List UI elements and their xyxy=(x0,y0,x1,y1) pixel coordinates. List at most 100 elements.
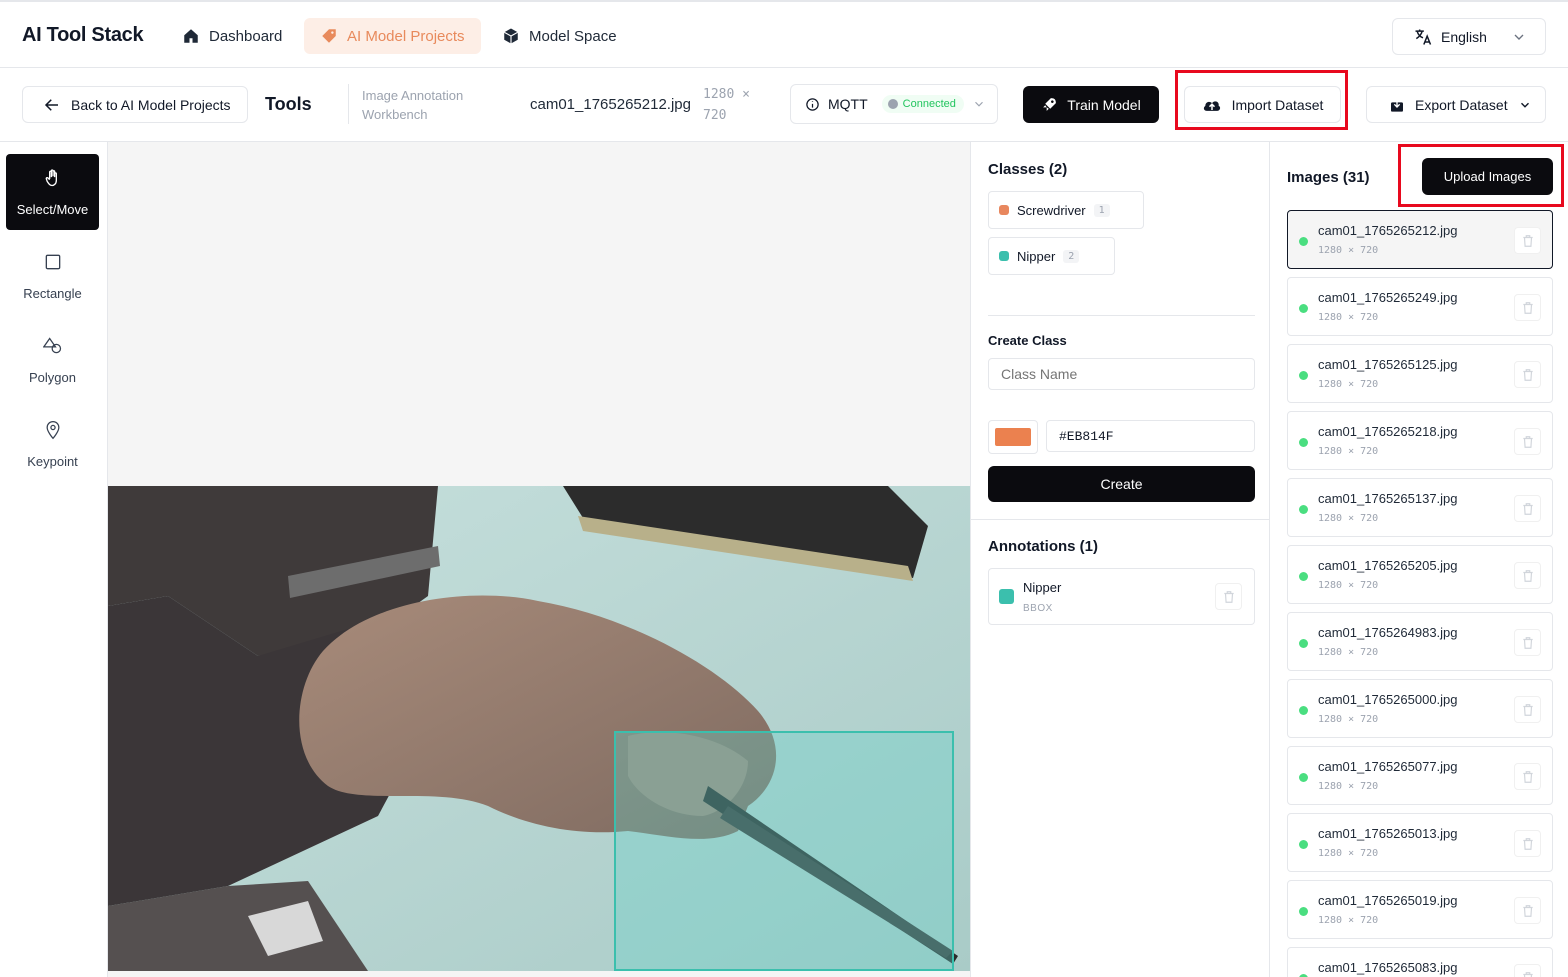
annotation-item-nipper[interactable]: Nipper BBOX xyxy=(988,568,1255,625)
status-dot xyxy=(1299,572,1308,581)
trash-icon xyxy=(1522,904,1533,917)
class-color-swatch xyxy=(999,205,1009,215)
trash-icon xyxy=(1522,502,1533,515)
tool-polygon[interactable]: Polygon xyxy=(6,322,99,398)
tool-keypoint[interactable]: Keypoint xyxy=(6,406,99,482)
nav-model-space-label: Model Space xyxy=(529,27,617,45)
status-dot xyxy=(1299,639,1308,648)
language-selector[interactable]: English xyxy=(1392,18,1546,55)
image-list-item[interactable]: cam01_1765265077.jpg 1280 × 720 xyxy=(1287,746,1553,805)
delete-image-button[interactable] xyxy=(1514,763,1541,790)
delete-image-button[interactable] xyxy=(1514,696,1541,723)
color-hex-input[interactable]: #EB814F xyxy=(1046,420,1255,452)
brand-logo[interactable]: AI Tool Stack xyxy=(22,24,144,47)
tool-polygon-label: Polygon xyxy=(29,369,76,385)
image-file-name: cam01_1765265212.jpg xyxy=(1318,223,1458,238)
image-file-name: cam01_1765265000.jpg xyxy=(1318,692,1458,707)
image-list-item[interactable]: cam01_1765265218.jpg 1280 × 720 xyxy=(1287,411,1553,470)
train-model-label: Train Model xyxy=(1067,96,1141,113)
delete-image-button[interactable] xyxy=(1514,294,1541,321)
chevron-down-icon xyxy=(1520,102,1529,108)
annotation-canvas[interactable] xyxy=(108,142,970,977)
class-name: Screwdriver xyxy=(1017,202,1086,218)
image-list-item[interactable]: cam01_1765265013.jpg 1280 × 720 xyxy=(1287,813,1553,872)
workbench-label: Image Annotation Workbench xyxy=(362,88,464,122)
delete-image-button[interactable] xyxy=(1514,428,1541,455)
class-chip-nipper[interactable]: Nipper 2 xyxy=(988,237,1115,275)
home-icon xyxy=(184,29,198,43)
top-navbar: AI Tool Stack Dashboard AI Model Project… xyxy=(0,0,1568,68)
image-list-item[interactable]: cam01_1765265137.jpg 1280 × 720 xyxy=(1287,478,1553,537)
class-name-input[interactable] xyxy=(988,358,1255,390)
upload-images-button[interactable]: Upload Images xyxy=(1422,158,1553,195)
map-pin-icon xyxy=(46,420,59,439)
class-color-swatch xyxy=(999,251,1009,261)
annotation-bbox-nipper[interactable] xyxy=(614,731,954,971)
delete-image-button[interactable] xyxy=(1514,830,1541,857)
image-list-item[interactable]: cam01_1765265019.jpg 1280 × 720 xyxy=(1287,880,1553,939)
image-list-item[interactable]: cam01_1765265125.jpg 1280 × 720 xyxy=(1287,344,1553,403)
classes-title: Classes (2) xyxy=(988,161,1068,178)
rocket-icon xyxy=(1043,98,1057,111)
status-dot xyxy=(1299,304,1308,313)
image-list-item[interactable]: cam01_1765265249.jpg 1280 × 720 xyxy=(1287,277,1553,336)
status-dot xyxy=(1299,840,1308,849)
image-file-name: cam01_1765265218.jpg xyxy=(1318,424,1458,439)
delete-annotation-button[interactable] xyxy=(1215,583,1242,610)
translate-icon xyxy=(1415,29,1432,45)
tool-select-move-label: Select/Move xyxy=(16,201,89,217)
class-chip-screwdriver[interactable]: Screwdriver 1 xyxy=(988,191,1144,229)
create-class-title: Create Class xyxy=(988,333,1067,348)
delete-image-button[interactable] xyxy=(1514,897,1541,924)
color-picker[interactable] xyxy=(988,420,1038,454)
tool-select-move[interactable]: Select/Move xyxy=(6,154,99,230)
export-dataset-button[interactable]: Export Dataset xyxy=(1366,86,1546,123)
tag-icon xyxy=(322,29,336,43)
class-count: 2 xyxy=(1063,249,1080,263)
image-dims: 1280 × 720 xyxy=(1318,513,1379,524)
delete-image-button[interactable] xyxy=(1514,629,1541,656)
nav-model-space[interactable]: Model Space xyxy=(486,18,633,54)
back-button-label: Back to AI Model Projects xyxy=(71,96,231,113)
image-dims: 1280 × 720 xyxy=(1318,848,1379,859)
language-label: English xyxy=(1441,28,1487,45)
image-dims: 1280 × 720 xyxy=(1318,580,1379,591)
delete-image-button[interactable] xyxy=(1514,361,1541,388)
tools-title: Tools xyxy=(265,94,312,114)
trash-icon xyxy=(1522,703,1533,716)
image-list-item[interactable]: cam01_1765265205.jpg 1280 × 720 xyxy=(1287,545,1553,604)
images-title: Images (31) xyxy=(1287,169,1370,186)
back-button[interactable]: Back to AI Model Projects xyxy=(22,86,248,123)
image-file-name: cam01_1765264983.jpg xyxy=(1318,625,1458,640)
mqtt-status-dropdown[interactable]: MQTT Connected xyxy=(790,84,998,124)
nav-ai-model-projects[interactable]: AI Model Projects xyxy=(304,18,481,54)
image-list-item[interactable]: cam01_1765265212.jpg 1280 × 720 xyxy=(1287,210,1553,269)
create-class-button[interactable]: Create xyxy=(988,466,1255,502)
delete-image-button[interactable] xyxy=(1514,562,1541,589)
train-model-button[interactable]: Train Model xyxy=(1023,86,1159,123)
divider xyxy=(348,84,349,124)
chevron-down-icon xyxy=(974,101,983,107)
image-preview[interactable] xyxy=(108,486,970,971)
tool-rectangle[interactable]: Rectangle xyxy=(6,238,99,314)
trash-icon xyxy=(1522,569,1533,582)
import-dataset-button[interactable]: Import Dataset xyxy=(1184,86,1341,123)
image-file-name: cam01_1765265137.jpg xyxy=(1318,491,1458,506)
image-list-item[interactable]: cam01_1765265000.jpg 1280 × 720 xyxy=(1287,679,1553,738)
image-file-name: cam01_1765265013.jpg xyxy=(1318,826,1458,841)
image-dims: 1280 × 720 xyxy=(1318,714,1379,725)
tool-keypoint-label: Keypoint xyxy=(27,453,78,469)
divider xyxy=(971,519,1271,520)
image-list-item[interactable]: cam01_1765264983.jpg 1280 × 720 xyxy=(1287,612,1553,671)
delete-image-button[interactable] xyxy=(1514,964,1541,977)
nav-dashboard[interactable]: Dashboard xyxy=(166,18,298,54)
trash-icon xyxy=(1223,590,1234,603)
delete-image-button[interactable] xyxy=(1514,495,1541,522)
cloud-upload-icon xyxy=(1203,100,1220,111)
image-file-name: cam01_1765265249.jpg xyxy=(1318,290,1458,305)
image-list-item[interactable]: cam01_1765265083.jpg1280 × 720 xyxy=(1287,947,1553,977)
delete-image-button[interactable] xyxy=(1514,227,1541,254)
download-icon xyxy=(1391,97,1403,112)
status-dot xyxy=(1299,505,1308,514)
polygon-icon xyxy=(42,336,61,353)
